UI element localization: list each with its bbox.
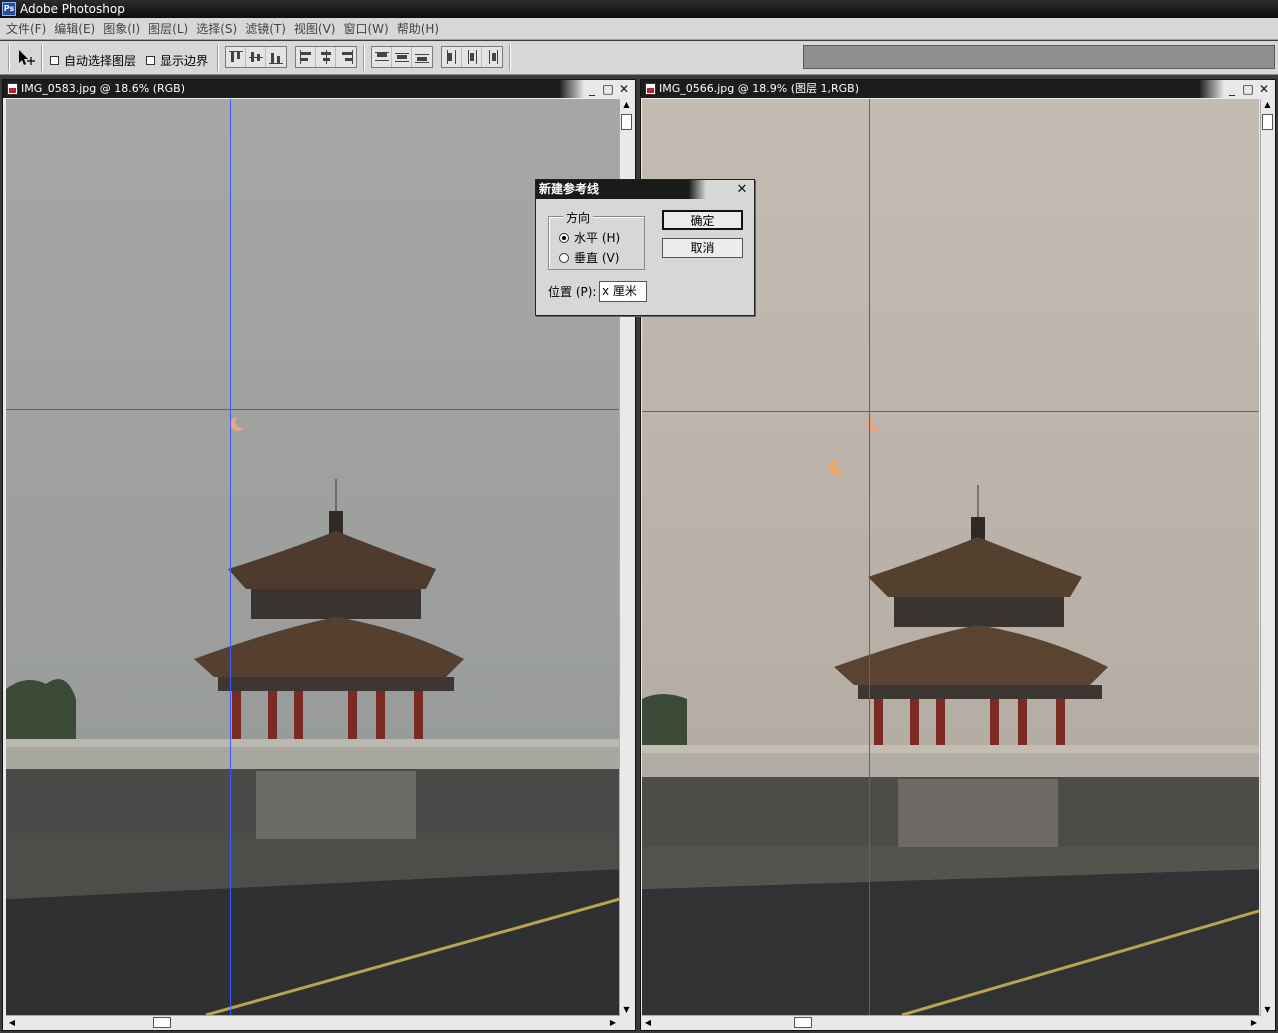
- dialog-title-bar[interactable]: 新建参考线: [536, 180, 754, 199]
- toolbar-divider: [217, 45, 219, 71]
- document-title-bar[interactable]: IMG_0566.jpg @ 18.9% (图层 1,RGB) _ □ ✕: [641, 80, 1275, 98]
- align-top-icon[interactable]: [226, 47, 246, 67]
- scroll-down-icon[interactable]: ▼: [1262, 1004, 1273, 1016]
- align-right-icon[interactable]: [336, 47, 356, 67]
- scroll-thumb[interactable]: [621, 114, 632, 130]
- distribute-horizontal-group: [441, 46, 503, 68]
- checkbox-box[interactable]: [50, 56, 59, 65]
- close-icon[interactable]: ✕: [1256, 80, 1272, 98]
- close-icon[interactable]: ✕: [616, 80, 632, 98]
- new-guide-dialog: 新建参考线 ✕ 方向 水平 (H) 垂直 (V) 位置 (P): x 厘米 确定…: [535, 179, 755, 316]
- checkbox-box[interactable]: [146, 56, 155, 65]
- scroll-up-icon[interactable]: ▲: [621, 99, 632, 111]
- position-input[interactable]: x 厘米: [599, 281, 647, 302]
- image-canvas[interactable]: [6, 99, 620, 1015]
- scroll-down-icon[interactable]: ▼: [621, 1004, 632, 1016]
- toolbar-divider: [509, 45, 511, 71]
- dialog-title: 新建参考线: [539, 182, 600, 196]
- align-bottom-icon[interactable]: [266, 47, 286, 67]
- document-title: IMG_0566.jpg @ 18.9% (图层 1,RGB): [659, 82, 859, 95]
- maximize-icon[interactable]: □: [600, 80, 616, 98]
- cancel-button[interactable]: 取消: [662, 238, 743, 258]
- distribute-vertical-group: [371, 46, 433, 68]
- ok-button[interactable]: 确定: [662, 210, 743, 230]
- photo-pavilion: [6, 99, 620, 1015]
- scroll-left-icon[interactable]: ◀: [6, 1017, 18, 1028]
- radio-horizontal[interactable]: 水平 (H): [559, 229, 620, 246]
- menu-help[interactable]: 帮助(H): [395, 20, 445, 37]
- move-tool-icon[interactable]: [16, 48, 36, 68]
- show-bounds-label: 显示边界: [160, 54, 209, 68]
- show-bounds-checkbox[interactable]: 显示边界: [146, 52, 208, 69]
- vertical-scrollbar[interactable]: ▲ ▼: [1260, 99, 1274, 1016]
- align-left-icon[interactable]: [296, 47, 316, 67]
- menu-image[interactable]: 图象(I): [101, 20, 146, 37]
- auto-select-layer-checkbox[interactable]: 自动选择图层: [50, 52, 136, 69]
- position-label: 位置 (P):: [548, 285, 597, 299]
- align-vcenter-icon[interactable]: [246, 47, 266, 67]
- scroll-up-icon[interactable]: ▲: [1262, 99, 1273, 111]
- menu-view[interactable]: 视图(V): [292, 20, 342, 37]
- radio-button[interactable]: [559, 252, 569, 263]
- toolbar-divider: [41, 45, 43, 71]
- horizontal-guide[interactable]: [6, 409, 620, 410]
- document-title: IMG_0583.jpg @ 18.6% (RGB): [21, 82, 186, 95]
- close-icon[interactable]: ✕: [735, 180, 749, 199]
- align-vertical-group: [225, 46, 287, 68]
- distribute-vcenter-icon[interactable]: [392, 47, 412, 67]
- maximize-icon[interactable]: □: [1240, 80, 1256, 98]
- options-bar: 自动选择图层 显示边界: [0, 41, 1278, 75]
- menu-select[interactable]: 选择(S): [194, 20, 243, 37]
- toolbar-divider: [363, 45, 365, 71]
- vertical-guide[interactable]: [869, 99, 870, 1015]
- radio-button[interactable]: [559, 232, 569, 243]
- orientation-group: 方向 水平 (H) 垂直 (V): [548, 209, 645, 270]
- menu-bar: 文件(F) 编辑(E) 图象(I) 图层(L) 选择(S) 滤镜(T) 视图(V…: [0, 18, 1278, 40]
- photoshop-logo-icon: Ps: [2, 2, 16, 16]
- orientation-legend: 方向: [563, 209, 594, 226]
- scroll-thumb[interactable]: [794, 1017, 812, 1028]
- toolbar-divider: [8, 45, 10, 71]
- scroll-left-icon[interactable]: ◀: [642, 1017, 654, 1028]
- distribute-hcenter-icon[interactable]: [462, 47, 482, 67]
- document-file-icon: [7, 83, 18, 95]
- menu-file[interactable]: 文件(F): [4, 20, 52, 37]
- radio-horizontal-label: 水平 (H): [574, 231, 621, 245]
- palette-well[interactable]: [803, 45, 1275, 69]
- menu-window[interactable]: 窗口(W): [341, 20, 394, 37]
- vertical-guide[interactable]: [230, 99, 231, 1015]
- menu-edit[interactable]: 编辑(E): [52, 20, 101, 37]
- menu-layer[interactable]: 图层(L): [146, 20, 194, 37]
- radio-vertical[interactable]: 垂直 (V): [559, 249, 619, 266]
- minimize-icon[interactable]: _: [584, 80, 600, 98]
- menu-filter[interactable]: 滤镜(T): [243, 20, 292, 37]
- scroll-thumb[interactable]: [1262, 114, 1273, 130]
- document-title-bar[interactable]: IMG_0583.jpg @ 18.6% (RGB) _ □ ✕: [3, 80, 635, 98]
- distribute-bottom-icon[interactable]: [412, 47, 432, 67]
- align-horizontal-group: [295, 46, 357, 68]
- auto-select-layer-label: 自动选择图层: [64, 54, 137, 68]
- app-title-bar: Ps Adobe Photoshop: [0, 0, 1278, 18]
- scroll-right-icon[interactable]: ▶: [1248, 1017, 1260, 1028]
- document-file-icon: [645, 83, 656, 95]
- radio-vertical-label: 垂直 (V): [574, 251, 620, 265]
- distribute-top-icon[interactable]: [372, 47, 392, 67]
- scroll-thumb[interactable]: [153, 1017, 171, 1028]
- distribute-right-icon[interactable]: [482, 47, 502, 67]
- horizontal-guide[interactable]: [642, 411, 1259, 412]
- align-hcenter-icon[interactable]: [316, 47, 336, 67]
- distribute-left-icon[interactable]: [442, 47, 462, 67]
- scroll-right-icon[interactable]: ▶: [607, 1017, 619, 1028]
- minimize-icon[interactable]: _: [1224, 80, 1240, 98]
- horizontal-scrollbar[interactable]: ◀ ▶: [642, 1015, 1260, 1029]
- app-title: Adobe Photoshop: [20, 2, 125, 16]
- horizontal-scrollbar[interactable]: ◀ ▶: [6, 1015, 619, 1029]
